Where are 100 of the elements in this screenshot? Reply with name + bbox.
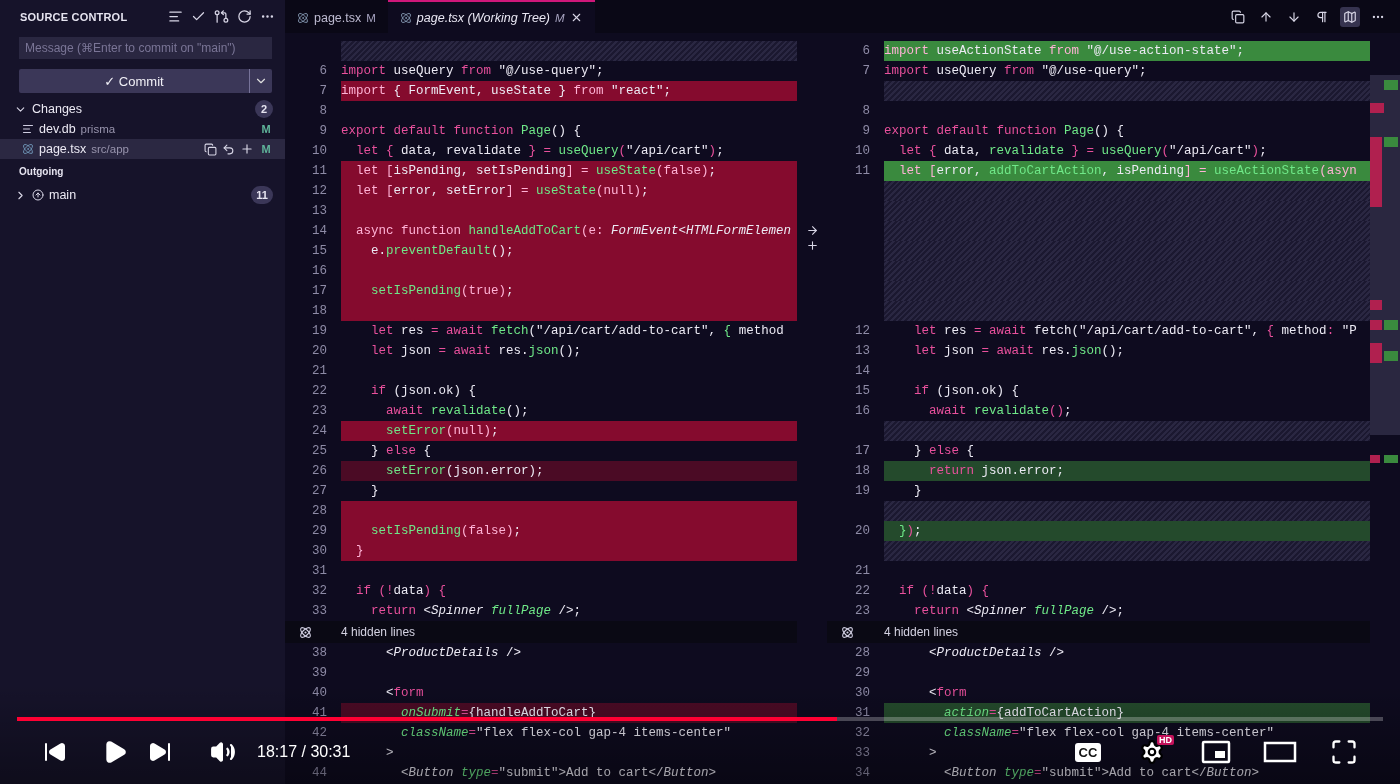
code-line: import useQuery from "@/use-query"; [341, 64, 604, 78]
line-number: 40 [311, 685, 328, 702]
line-number: 30 [311, 543, 328, 560]
code-line: <form [385, 686, 424, 700]
count-badge: 2 [255, 100, 273, 118]
tab-status: M [366, 11, 376, 24]
code-line: setError(null); [385, 424, 499, 438]
code-line: if (json.ok) { [913, 384, 1020, 398]
line-number: 28 [311, 503, 328, 520]
code-line: return json.error; [928, 464, 1065, 478]
code-line: let json = await res.json(); [913, 344, 1125, 358]
arrow-up-circle-icon [32, 189, 44, 201]
line-number: 14 [311, 223, 328, 240]
line-number: 30 [854, 685, 871, 702]
line-number: 17 [311, 283, 328, 300]
code-line: action={addToCartAction} [943, 706, 1125, 720]
line-number: 28 [854, 645, 871, 662]
line-number: 13 [311, 203, 328, 220]
rectangle-icon [1263, 741, 1297, 763]
line-number: 7 [318, 83, 328, 100]
line-number: 6 [861, 43, 871, 60]
list-icon[interactable] [168, 9, 183, 24]
hd-badge: HD [1157, 735, 1174, 745]
line-number: 32 [311, 583, 328, 600]
code-line: import { FormEvent, useState } from "react"; [341, 84, 672, 98]
code-line: import useActionState from "@/use-action-state"; [884, 44, 1245, 58]
changed-file-item[interactable]: page.tsx src/app M [0, 139, 285, 159]
code-line: let res = await fetch("/api/cart/add-to-cart", { method: "P [913, 324, 1357, 338]
line-number: 15 [311, 243, 328, 260]
atom-icon [22, 143, 34, 155]
line-number: 24 [311, 423, 328, 440]
tab-status: M [555, 11, 565, 24]
line-number: 42 [311, 725, 328, 742]
code-line: onSubmit={handleAddToCart} [400, 706, 597, 720]
code-line: <form [928, 686, 967, 700]
line-number: 31 [311, 563, 328, 580]
code-line: if (!data) { [898, 584, 990, 598]
plus-icon[interactable] [805, 239, 819, 252]
code-line: } [370, 484, 379, 498]
skip-back-icon [43, 740, 67, 764]
code-line: await revalidate(); [385, 404, 529, 418]
code-line: async function handleAddToCart(e: FormEvent<HTMLFormElemen [355, 224, 792, 238]
line-number: 13 [854, 343, 871, 360]
line-number: 22 [311, 383, 328, 400]
changed-file-item[interactable]: dev.db prisma M [0, 119, 285, 139]
map-icon[interactable] [1340, 6, 1360, 27]
code-line: if (json.ok) { [370, 384, 477, 398]
line-number: 21 [311, 363, 328, 380]
line-number: 32 [854, 725, 871, 742]
line-number: 23 [311, 403, 328, 420]
line-number: 41 [311, 705, 328, 722]
changes-group[interactable]: Changes 2 [0, 99, 285, 119]
line-number: 27 [311, 483, 328, 500]
code-line: let { data, revalidate } = useQuery("/api/cart"); [355, 144, 724, 158]
line-number: 16 [311, 263, 328, 280]
line-number: 10 [311, 143, 328, 160]
line-number: 31 [854, 705, 871, 722]
arrow-right-icon[interactable] [805, 224, 819, 237]
hidden-lines-bar[interactable]: 4 hidden lines [285, 621, 797, 643]
code-line: } [913, 484, 922, 498]
group-label: Changes [32, 102, 84, 116]
branch-name: main [49, 188, 78, 202]
file-name: dev.db [39, 122, 76, 136]
code-line: }); [898, 524, 922, 538]
code-line: export default function Page() { [341, 124, 582, 138]
line-number: 9 [318, 123, 328, 140]
line-number: 33 [854, 745, 871, 762]
code-line: > [928, 746, 937, 760]
code-line: } else { [913, 444, 975, 458]
line-number: 29 [311, 523, 328, 540]
line-number: 26 [311, 463, 328, 480]
tab-label: page.tsx [314, 10, 362, 25]
undo-icon[interactable] [222, 142, 235, 156]
line-number: 22 [854, 583, 871, 600]
code-line: <ProductDetails /> [385, 646, 522, 660]
editor-tab[interactable]: page.tsx (Working Tree) M [387, 0, 595, 33]
refresh-icon[interactable] [237, 9, 252, 24]
line-number: 25 [311, 443, 328, 460]
code-line: } else { [370, 444, 432, 458]
hidden-lines-bar[interactable]: 4 hidden lines [827, 621, 1370, 643]
branch-item[interactable]: main 11 [0, 185, 285, 205]
line-number: 20 [854, 523, 871, 540]
line-number: 38 [311, 645, 328, 662]
pull-request-icon[interactable] [214, 9, 229, 24]
code-line: className="flex flex-col gap-4 items-center" [400, 726, 732, 740]
code-line: <Button type="submit">Add to cart</Button> [400, 766, 717, 780]
code-line: e.preventDefault(); [370, 244, 514, 258]
file-status: M [260, 143, 272, 155]
code-line: <ProductDetails /> [928, 646, 1065, 660]
miniplayer-icon [1201, 740, 1231, 764]
line-number: 39 [311, 665, 328, 682]
commit-message-field[interactable]: Message (⌘Enter to commit on "main") [19, 37, 272, 59]
code-line: let json = await res.json(); [370, 344, 582, 358]
section-label: Outgoing [18, 164, 65, 179]
code-line: let [error, setError] = useState(null); [355, 184, 649, 198]
line-number: 18 [311, 303, 328, 320]
file-name: page.tsx [39, 142, 87, 156]
time-display: 18:17 / 30:31 [257, 743, 351, 761]
line-number: 29 [854, 665, 871, 682]
line-number: 14 [854, 363, 871, 380]
